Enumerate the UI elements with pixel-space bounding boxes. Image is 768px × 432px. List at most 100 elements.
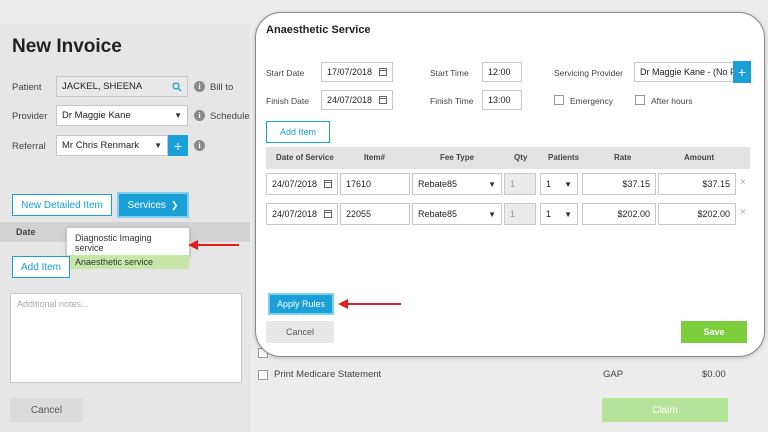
col-amount: Amount [684,153,715,162]
plus-icon: + [173,137,183,154]
new-detailed-item-button[interactable]: New Detailed Item [12,194,112,216]
referral-label: Referral [12,141,46,152]
emergency-label: Emergency [570,96,613,106]
modal-add-item-button[interactable]: Add Item [266,121,330,143]
start-date-value: 17/07/2018 [327,67,373,77]
add-referral-button[interactable]: + [168,135,188,156]
cancel-invoice-button[interactable]: Cancel [10,398,83,422]
calendar-icon[interactable] [324,210,332,218]
notes-placeholder: Additional notes... [17,299,89,309]
finish-date-value: 24/07/2018 [327,95,373,105]
referral-select[interactable]: Mr Chris Renmark ▼ [56,135,168,156]
services-dropdown-menu: Diagnostic Imaging service Anaesthetic s… [66,227,190,269]
services-label: Services [127,199,166,211]
start-date-field[interactable]: 17/07/2018 [321,62,393,82]
finish-time-value: 13:00 [488,95,511,105]
row1-qty-field[interactable]: 1 [504,173,536,195]
referral-info-icon[interactable]: i [194,140,205,151]
start-time-field[interactable]: 12:00 [482,62,522,82]
after-hours-label: After hours [651,96,693,106]
chevron-down-icon: ▼ [564,179,572,189]
row1-fee-type: Rebate85 [418,179,458,189]
modal-save-button[interactable]: Save [681,321,747,343]
row1-rate-field[interactable]: $37.15 [582,173,656,195]
row2-qty: 1 [510,209,516,219]
provider-label: Provider [12,111,48,122]
col-fee-type: Fee Type [440,153,475,162]
row2-patients-select[interactable]: 1 ▼ [540,203,578,225]
emergency-checkbox[interactable] [554,95,564,105]
notes-textarea[interactable]: Additional notes... [10,293,242,383]
col-date-of-service: Date of Service [276,153,334,162]
add-provider-button[interactable]: + [733,61,751,83]
start-time-label: Start Time [430,68,469,78]
finish-date-field[interactable]: 24/07/2018 [321,90,393,110]
patient-field[interactable]: JACKEL, SHEENA [56,76,188,97]
row2-date-field[interactable]: 24/07/2018 [266,203,338,225]
print-medicare-checkbox[interactable] [258,370,268,380]
menu-item-anaesthetic-service[interactable]: Anaesthetic service [67,255,189,269]
menu-item-diagnostic-imaging[interactable]: Diagnostic Imaging service [67,231,189,255]
provider-info-icon[interactable]: i [194,110,205,121]
add-item-button[interactable]: Add Item [12,256,70,278]
calendar-icon[interactable] [324,180,332,188]
finish-time-field[interactable]: 13:00 [482,90,522,110]
start-date-label: Start Date [266,68,305,78]
page-title: New Invoice [12,36,122,57]
services-button[interactable]: Services ❯ [117,192,189,218]
col-rate: Rate [614,153,632,162]
search-icon[interactable] [172,81,182,92]
row1-fee-type-select[interactable]: Rebate85 ▼ [412,173,502,195]
row2-fee-type-select[interactable]: Rebate85 ▼ [412,203,502,225]
row2-item-field[interactable]: 22055 [340,203,410,225]
chevron-down-icon: ❯ [170,199,179,210]
claim-button[interactable]: Claim [602,398,728,422]
row2-remove-icon[interactable]: × [740,207,746,218]
calendar-icon[interactable] [379,68,387,76]
modal-cancel-button[interactable]: Cancel [266,321,334,343]
servicing-provider-select[interactable]: Dr Maggie Kane - (No Pr [634,62,734,82]
col-qty: Qty [514,153,528,162]
row1-patients: 1 [546,179,552,189]
row2-fee-type: Rebate85 [418,209,458,219]
finish-time-label: Finish Time [430,96,474,106]
print-medicare-label: Print Medicare Statement [274,369,382,380]
row1-date: 24/07/2018 [272,179,318,189]
annotation-arrow-shaft [197,244,239,246]
servicing-provider-label: Servicing Provider [554,68,623,78]
col-patients: Patients [548,153,580,162]
row2-rate-field[interactable]: $202.00 [582,203,656,225]
row1-amount-field[interactable]: $37.15 [658,173,736,195]
row1-item-field[interactable]: 17610 [340,173,410,195]
finish-date-label: Finish Date [266,96,309,106]
patient-info-icon[interactable]: i [194,81,205,92]
anaesthetic-service-modal: Anaesthetic Service Start Date 17/07/201… [255,12,765,357]
row1-item: 17610 [346,179,372,189]
row2-qty-field[interactable]: 1 [504,203,536,225]
gap-value: $0.00 [702,369,726,380]
service-table-header: Date of Service Item# Fee Type Qty Patie… [266,147,750,169]
row2-amount-field[interactable]: $202.00 [658,203,736,225]
row1-date-field[interactable]: 24/07/2018 [266,173,338,195]
provider-select[interactable]: Dr Maggie Kane ▼ [56,105,188,126]
provider-value: Dr Maggie Kane [62,110,131,121]
calendar-icon[interactable] [379,96,387,104]
chevron-down-icon: ▼ [488,209,496,219]
referral-value: Mr Chris Renmark [62,140,140,151]
date-column-header: Date [16,227,36,237]
start-time-value: 12:00 [488,67,511,77]
col-item-number: Item# [364,153,385,162]
row1-patients-select[interactable]: 1 ▼ [540,173,578,195]
row2-patients: 1 [546,209,552,219]
patient-label: Patient [12,82,42,93]
patient-value: JACKEL, SHEENA [62,81,143,92]
chevron-down-icon: ▼ [174,111,182,120]
gap-label: GAP [603,369,624,380]
row1-remove-icon[interactable]: × [740,177,746,188]
bill-to-label: Bill to [210,82,234,93]
row2-item: 22055 [346,209,372,219]
after-hours-checkbox[interactable] [635,95,645,105]
plus-icon: + [737,64,747,80]
chevron-down-icon: ▼ [564,209,572,219]
apply-rules-button[interactable]: Apply Rules [268,293,334,315]
